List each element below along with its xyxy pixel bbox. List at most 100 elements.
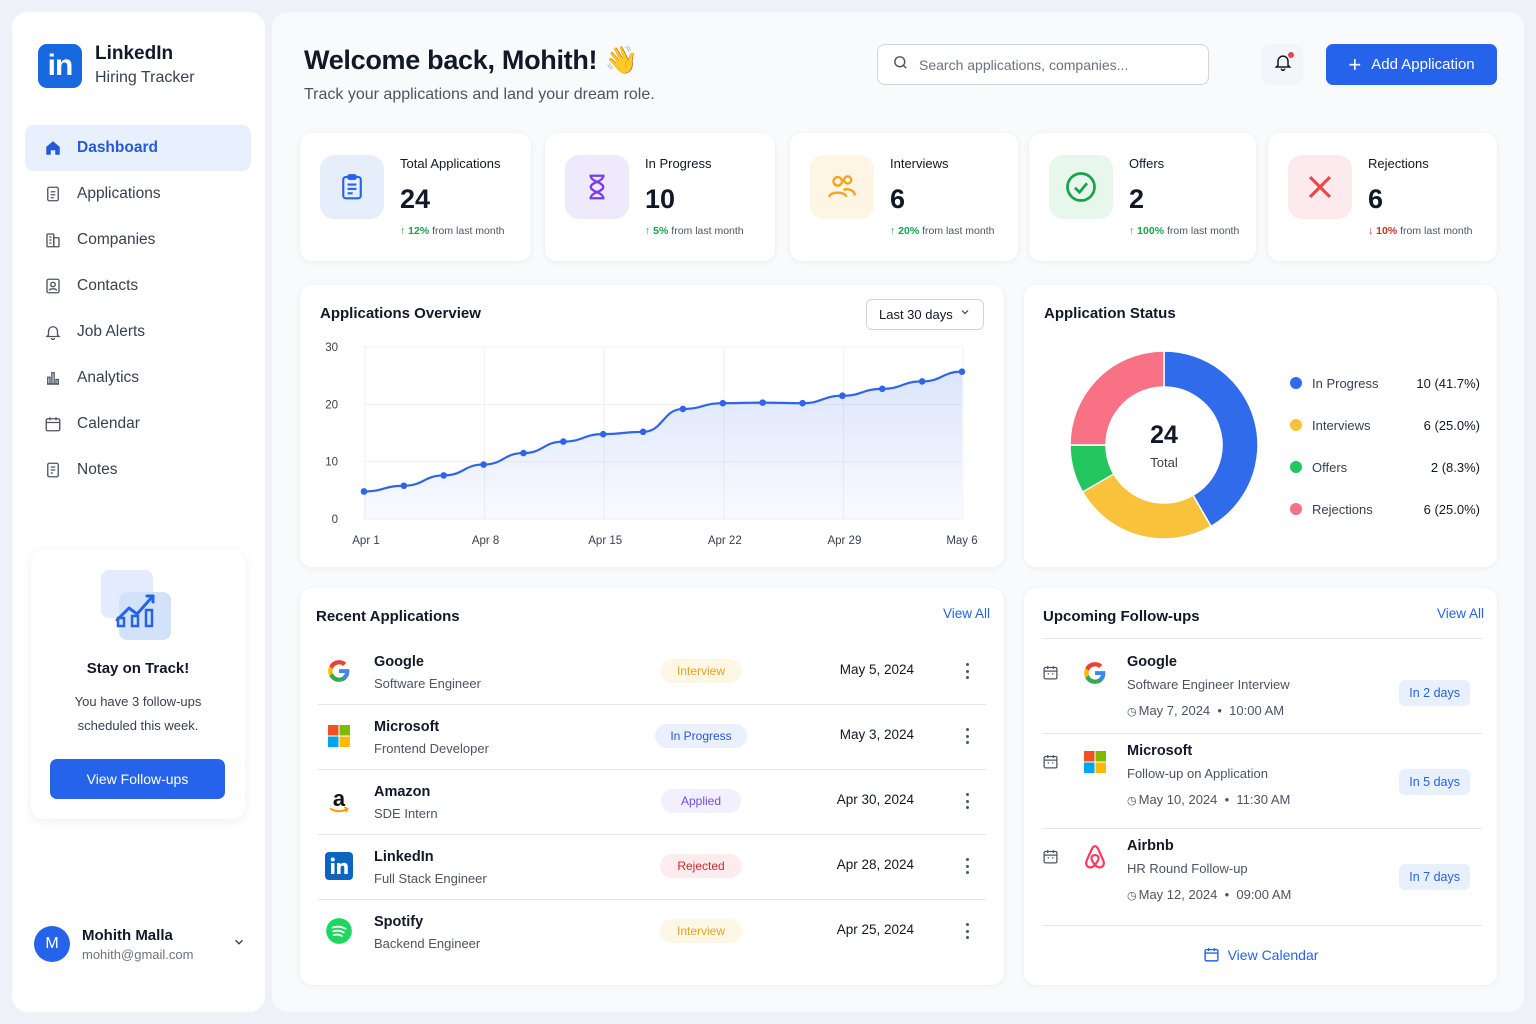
- follow-ups-view-all-link[interactable]: View All: [1437, 606, 1484, 621]
- svg-text:a: a: [333, 787, 346, 811]
- company-name: Amazon: [374, 784, 431, 800]
- user-profile[interactable]: M Mohith Malla mohith@gmail.com: [34, 918, 246, 970]
- company-name: Microsoft: [1127, 743, 1193, 759]
- legend-dot: [1290, 419, 1302, 431]
- check-circle-icon: [1049, 155, 1113, 219]
- add-application-label: Add Application: [1371, 56, 1475, 73]
- search-bar[interactable]: [877, 44, 1209, 85]
- stat-card-in-progress[interactable]: In Progress 10 ↑ 5% from last month: [545, 133, 775, 261]
- notification-dot: [1288, 52, 1294, 58]
- more-options-icon[interactable]: [962, 920, 972, 942]
- data-point: [759, 399, 766, 406]
- sidebar-item-notes[interactable]: Notes: [25, 447, 251, 493]
- sidebar-item-applications[interactable]: Applications: [25, 171, 251, 217]
- sidebar: in LinkedIn Hiring Tracker Dashboard App…: [12, 12, 265, 1012]
- table-row[interactable]: Microsoft Frontend Developer In Progress Ma…: [318, 705, 986, 770]
- sidebar-item-label: Analytics: [77, 369, 140, 386]
- view-follow-ups-button[interactable]: View Follow-ups: [50, 759, 225, 799]
- stat-value: 2: [1129, 184, 1145, 214]
- more-options-icon[interactable]: [962, 855, 972, 877]
- separator-dot: •: [1217, 792, 1237, 807]
- notifications-button[interactable]: [1262, 44, 1303, 85]
- applied-date: Apr 30, 2024: [836, 792, 914, 807]
- microsoft-icon: [1080, 747, 1110, 777]
- sidebar-item-label: Dashboard: [77, 139, 158, 156]
- note-icon: [43, 460, 63, 480]
- applied-date: Apr 28, 2024: [836, 857, 914, 872]
- table-row[interactable]: LinkedIn Full Stack Engineer Rejected Apr 2…: [318, 835, 986, 900]
- job-role: Software Engineer: [374, 676, 481, 691]
- brand[interactable]: in LinkedIn Hiring Tracker: [38, 42, 195, 90]
- search-input[interactable]: [919, 56, 1189, 73]
- company-name: Google: [374, 654, 424, 670]
- arrow-down-icon: ↓: [1368, 225, 1377, 237]
- legend-dot: [1290, 461, 1302, 473]
- sidebar-item-calendar[interactable]: Calendar: [25, 401, 251, 447]
- sidebar-item-companies[interactable]: Companies: [25, 217, 251, 263]
- stat-label: Total Applications: [400, 156, 501, 171]
- view-calendar-label: View Calendar: [1227, 946, 1319, 963]
- sidebar-item-analytics[interactable]: Analytics: [25, 355, 251, 401]
- stat-trend-suffix-text: from last month: [922, 225, 995, 237]
- follow-up-description: HR Round Follow-up: [1127, 861, 1248, 876]
- due-badge: In 2 days: [1399, 680, 1470, 706]
- job-role: Backend Engineer: [374, 936, 481, 951]
- follow-up-item[interactable]: Microsoft Follow-up on Application ◷ May 10…: [1042, 733, 1482, 828]
- user-email: mohith@gmail.com: [82, 946, 194, 962]
- stat-card-rejections[interactable]: Rejections 6 ↓ 10% from last month: [1268, 133, 1497, 261]
- follow-up-promo-card: Stay on Track! You have 3 follow-ups sch…: [31, 550, 245, 819]
- sidebar-item-label: Job Alerts: [77, 323, 146, 340]
- legend-item: Offers 2 (8.3%): [1290, 457, 1480, 477]
- follow-up-datetime: ◷ May 7, 2024 • 10:00 AM: [1127, 703, 1284, 718]
- table-row[interactable]: a Amazon SDE Intern Applied Apr 30, 2024: [318, 770, 986, 835]
- data-point: [440, 472, 448, 479]
- table-row[interactable]: Google Software Engineer Interview May 5, 2…: [318, 640, 986, 705]
- data-point: [918, 378, 926, 385]
- hourglass-icon: [565, 155, 629, 219]
- people-icon: [810, 155, 874, 219]
- applications-line-chart: 0 10 20 30 Apr 1 Apr 8 Apr 15 Apr 22 Apr 29 May 6: [325, 342, 977, 547]
- sidebar-item-job-alerts[interactable]: Job Alerts: [25, 309, 251, 355]
- applications-overview-card: Applications Overview Last 30 days 0 10 20…: [300, 285, 1004, 567]
- chevron-down-icon[interactable]: [232, 935, 246, 954]
- recent-view-all-link[interactable]: View All: [943, 606, 990, 621]
- legend-value: 6 (25.0%): [1423, 417, 1480, 433]
- sidebar-nav: Dashboard Applications Companies Contact…: [25, 125, 251, 493]
- data-point: [679, 405, 687, 413]
- data-point: [639, 428, 647, 436]
- recent-applications-card: Recent Applications View All Google Softw…: [300, 588, 1004, 985]
- more-options-icon[interactable]: [962, 660, 972, 682]
- bell-icon: [43, 322, 63, 342]
- legend-dot: [1290, 503, 1302, 515]
- legend-item: Interviews 6 (25.0%): [1290, 415, 1480, 435]
- job-role: Frontend Developer: [374, 741, 489, 756]
- table-row[interactable]: Spotify Backend Engineer Interview Apr 25, …: [318, 900, 986, 965]
- stat-card-offers[interactable]: Offers 2 ↑ 100% from last month: [1029, 133, 1256, 261]
- stat-trend-percent: 12%: [408, 225, 430, 237]
- x-icon: [1288, 155, 1352, 219]
- follow-up-item[interactable]: Airbnb HR Round Follow-up ◷ May 12, 2024 • …: [1042, 828, 1482, 926]
- separator-dot: •: [1217, 887, 1237, 902]
- promo-text: You have 3 follow-ups scheduled this wee…: [74, 694, 202, 733]
- view-calendar-link[interactable]: View Calendar: [1024, 946, 1497, 963]
- stat-card-total-applications[interactable]: Total Applications 24 ↑ 12% from last mont…: [300, 133, 531, 261]
- more-options-icon[interactable]: [962, 725, 972, 747]
- stat-card-interviews[interactable]: Interviews 6 ↑ 20% from last month: [790, 133, 1018, 261]
- sidebar-item-label: Notes: [77, 461, 118, 478]
- x-tick-label: Apr 22: [708, 535, 742, 547]
- calendar-icon: [1042, 664, 1059, 686]
- legend-label: Offers: [1312, 459, 1348, 475]
- more-options-icon[interactable]: [962, 790, 972, 812]
- stat-trend: ↑ 100% from last month: [1129, 225, 1239, 237]
- sidebar-item-dashboard[interactable]: Dashboard: [25, 125, 251, 171]
- arrow-up-icon: ↑: [645, 225, 654, 237]
- google-icon: [1080, 658, 1110, 688]
- follow-up-item[interactable]: Google Software Engineer Interview ◷ May 7,…: [1042, 644, 1482, 733]
- add-application-button[interactable]: + Add Application: [1326, 44, 1497, 85]
- avatar: M: [34, 926, 70, 962]
- sidebar-item-contacts[interactable]: Contacts: [25, 263, 251, 309]
- stat-value: 24: [400, 184, 431, 214]
- legend-value: 2 (8.3%): [1430, 459, 1480, 475]
- donut-total-label: Total: [1150, 455, 1178, 470]
- data-point: [560, 438, 567, 445]
